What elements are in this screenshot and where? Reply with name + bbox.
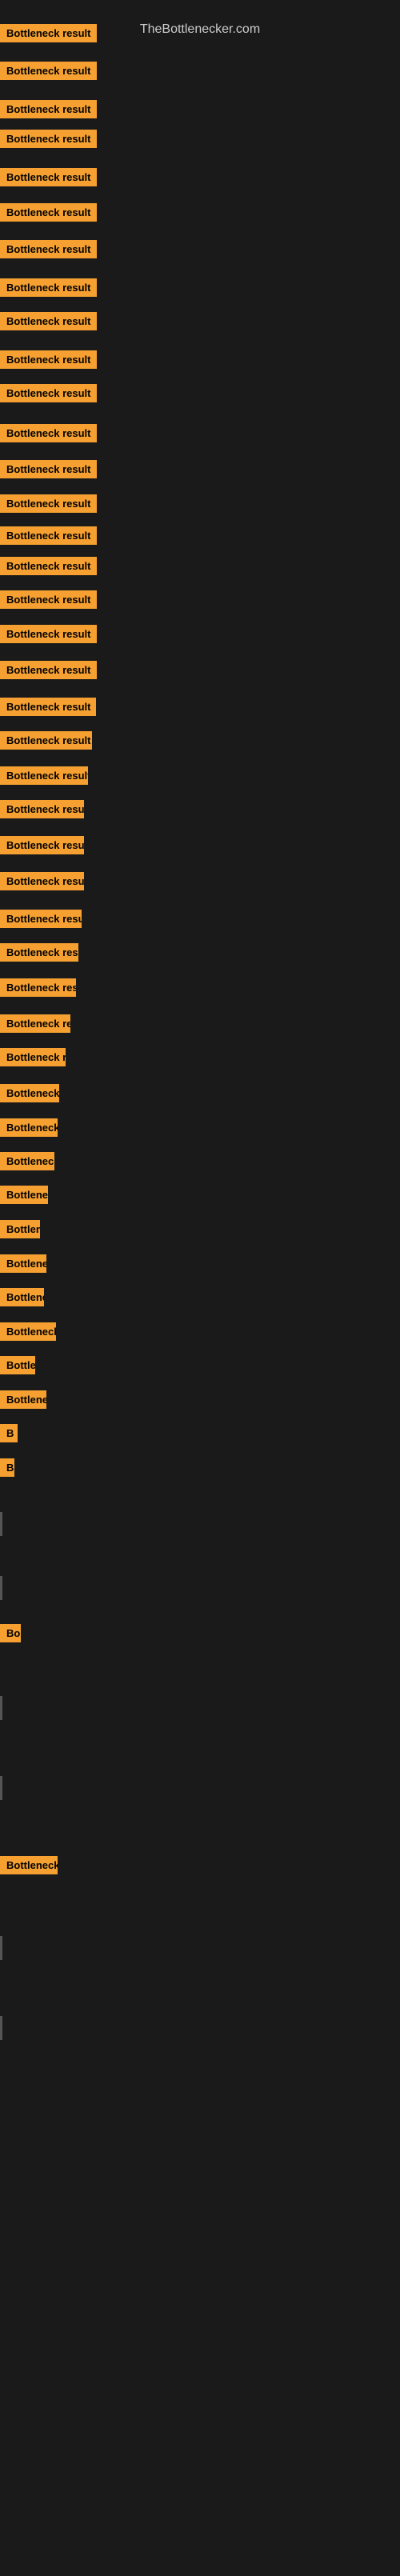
bottleneck-result-item: Bottleneck result <box>0 1014 70 1037</box>
bottleneck-result-label: Bottleneck result <box>0 100 97 118</box>
bottleneck-result-label: Bottleneck result <box>0 978 76 997</box>
bottleneck-result-label: Bottleneck r <box>0 1152 54 1170</box>
bottleneck-result-item: Bottleneck result <box>0 557 97 579</box>
bottleneck-result-item: Bottler <box>0 1356 35 1378</box>
bottleneck-result-item: Bottleneck result <box>0 800 84 822</box>
bottleneck-result-item: Bottleneck r <box>0 1322 56 1345</box>
bottleneck-result-item: Bottleneck result <box>0 312 97 334</box>
bottleneck-result-item: Bottlenec <box>0 1288 44 1310</box>
bottleneck-result-item: B <box>0 1458 14 1481</box>
bottleneck-result-item: Bottleneck result <box>0 590 97 613</box>
bottleneck-result-item: Bottleneck re <box>0 1856 58 1878</box>
bottleneck-result-label: Bottleneck result <box>0 494 97 513</box>
bottleneck-result-label: Bottleneck result <box>0 766 88 785</box>
bottleneck-result-item: Bottleneck <box>0 1254 46 1277</box>
bottleneck-result-label: Bottleneck result <box>0 836 84 854</box>
site-title-container: TheBottlenecker.com <box>0 16 400 40</box>
bottleneck-result-label: Bottleneck result <box>0 168 97 186</box>
bottleneck-result-label: Bottleneck result <box>0 1014 70 1033</box>
bottleneck-result-label: Bottleneck r <box>0 1322 56 1341</box>
bottleneck-result-label: Bottleneck result <box>0 910 82 928</box>
vertical-line-marker <box>0 1776 2 1800</box>
vertical-line-marker <box>0 1512 2 1536</box>
bottleneck-result-label: Bottleneck result <box>0 698 96 716</box>
bottleneck-result-item: Bottleneck result <box>0 350 97 373</box>
bottleneck-result-item: Bottleneck result <box>0 698 96 720</box>
bottleneck-result-item: Bottleneck <box>0 1186 48 1208</box>
bottleneck-result-label: Bottleneck result <box>0 800 84 818</box>
bottleneck-result-label: Bottleneck result <box>0 278 97 297</box>
vertical-line-marker <box>0 2016 2 2040</box>
bottleneck-result-item: Bottleneck result <box>0 625 97 647</box>
bottleneck-result-item: Bottleneck result <box>0 384 97 406</box>
bottleneck-result-item: Bottleneck result <box>0 943 78 966</box>
bottleneck-result-label: Bottleneck result <box>0 130 97 148</box>
bottleneck-result-item: Bottleneck result <box>0 836 84 858</box>
vertical-line-marker <box>0 1696 2 1720</box>
bottleneck-result-item: Bottleneck result <box>0 460 97 482</box>
bottleneck-result-label: Bottleneck result <box>0 384 97 402</box>
bottleneck-result-item: Bottleneck result <box>0 424 97 446</box>
bottleneck-result-label: Bottleneck <box>0 1390 46 1409</box>
bottleneck-result-label: Bottleneck result <box>0 1084 59 1102</box>
bottleneck-result-item: Bottleneck result <box>0 661 97 683</box>
bottleneck-result-label: Bottleneck <box>0 1254 46 1273</box>
bottleneck-result-item: Bottleneck result <box>0 766 88 789</box>
bottleneck-result-label: Bottleneck result <box>0 661 97 679</box>
bottleneck-result-label: Bottleneck result <box>0 1048 66 1066</box>
bottleneck-result-item: Bottleneck result <box>0 203 97 226</box>
bottleneck-result-item: Bottleneck result <box>0 240 97 262</box>
bottleneck-result-label: Bottleneck result <box>0 203 97 222</box>
bottleneck-result-label: Bottleneck result <box>0 557 97 575</box>
bottleneck-result-label: Bottleneck result <box>0 625 97 643</box>
bottleneck-result-item: Bottleneck result <box>0 130 97 152</box>
bottleneck-result-item: Bottleneck result <box>0 731 92 754</box>
bottleneck-result-item: Bottleneck result <box>0 100 97 122</box>
bottleneck-result-item: Bottleneck result <box>0 168 97 190</box>
bottleneck-result-item: Bottleneck r <box>0 1152 54 1174</box>
bottleneck-result-label: Bottleneck result <box>0 240 97 258</box>
bottleneck-result-item: Bottleneck result <box>0 1084 59 1106</box>
vertical-line-marker <box>0 1936 2 1960</box>
bottleneck-result-item: Bottleneck result <box>0 62 97 84</box>
bottleneck-result-item: Bottlen <box>0 1220 40 1242</box>
bottleneck-result-label: B <box>0 1458 14 1477</box>
bottleneck-result-item: Bottleneck result <box>0 494 97 517</box>
bottleneck-result-label: Bottleneck result <box>0 590 97 609</box>
bottleneck-result-item: B <box>0 1424 18 1446</box>
bottleneck-result-label: Bottler <box>0 1356 35 1374</box>
bottleneck-result-label: Bottlenec <box>0 1288 44 1306</box>
bottleneck-result-label: Bottleneck re <box>0 1856 58 1874</box>
bottleneck-result-item: Bottleneck result <box>0 278 97 301</box>
bottleneck-result-label: Bottleneck <box>0 1186 48 1204</box>
bottleneck-result-item: Bottleneck result <box>0 872 84 894</box>
bottleneck-result-item: Bottleneck result <box>0 526 97 549</box>
bottleneck-result-label: Bottleneck result <box>0 872 84 890</box>
bottleneck-result-label: Bottleneck result <box>0 943 78 962</box>
bottleneck-result-label: Bottleneck result <box>0 526 97 545</box>
bottleneck-result-label: Bottleneck result <box>0 350 97 369</box>
vertical-line-marker <box>0 1576 2 1600</box>
bottleneck-result-label: B <box>0 1424 18 1442</box>
bottleneck-result-label: Bottleneck result <box>0 62 97 80</box>
bottleneck-result-item: Bottleneck result <box>0 978 76 1001</box>
bottleneck-result-label: Bottleneck result <box>0 460 97 478</box>
bottleneck-result-item: Bottleneck result <box>0 1048 66 1070</box>
bottleneck-result-label: Bo <box>0 1624 21 1642</box>
bottleneck-result-item: Bottleneck <box>0 1390 46 1413</box>
bottleneck-result-label: Bottleneck result <box>0 731 92 750</box>
bottleneck-result-label: Bottleneck result <box>0 424 97 442</box>
bottleneck-result-item: Bottleneck result <box>0 910 82 932</box>
bottleneck-result-label: Bottleneck result <box>0 312 97 330</box>
bottleneck-result-label: Bottlen <box>0 1220 40 1238</box>
bottleneck-result-label: Bottleneck re <box>0 1118 58 1137</box>
bottleneck-result-item: Bo <box>0 1624 21 1646</box>
site-title: TheBottlenecker.com <box>0 16 400 40</box>
bottleneck-result-item: Bottleneck re <box>0 1118 58 1141</box>
